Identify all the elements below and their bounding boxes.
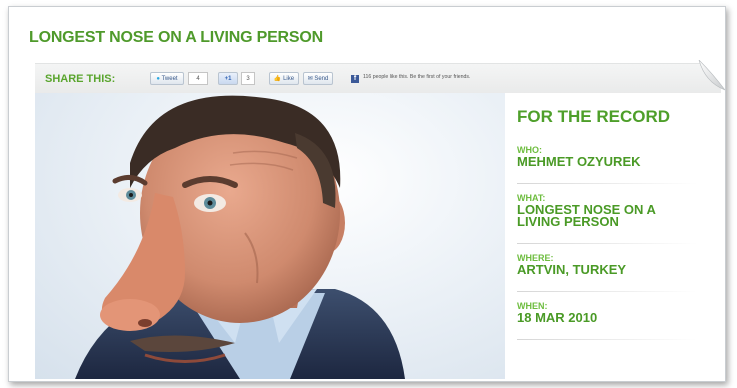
record-panel: FOR THE RECORD WHO: MEHMET OZYUREK WHAT:… <box>505 93 721 379</box>
record-who: WHO: MEHMET OZYUREK <box>517 145 709 168</box>
facebook-f-icon: f <box>351 75 359 83</box>
tweet-button[interactable]: ● Tweet <box>150 72 184 85</box>
google-plus-count: 3 <box>241 72 255 85</box>
send-icon: ✉ <box>307 76 313 82</box>
record-value: MEHMET OZYUREK <box>517 154 641 169</box>
tweet-count: 4 <box>188 72 208 85</box>
share-label: SHARE THIS: <box>45 73 116 85</box>
divider <box>517 243 697 244</box>
facebook-like-count-text: 116 people like this. Be the first of yo… <box>363 74 471 80</box>
divider <box>517 339 697 340</box>
record-value: 18 MAR 2010 <box>517 310 598 325</box>
record-where: WHERE: ARTVIN, TURKEY <box>517 253 709 276</box>
record-what: WHAT: LONGEST NOSE ON A LIVING PERSON <box>517 193 709 228</box>
record-heading: FOR THE RECORD <box>517 107 670 126</box>
man-portrait-image <box>75 95 405 379</box>
google-plus-button[interactable]: +1 <box>218 72 238 85</box>
tweet-label: Tweet <box>161 76 178 82</box>
record-value: LONGEST NOSE ON A LIVING PERSON <box>517 202 656 229</box>
record-when: WHEN: 18 MAR 2010 <box>517 301 709 324</box>
facebook-send-button[interactable]: ✉ Send <box>303 72 333 85</box>
divider <box>517 183 697 184</box>
twitter-bird-icon: ● <box>156 76 161 82</box>
send-label: Send <box>314 76 329 82</box>
page-title: LONGEST NOSE ON A LIVING PERSON <box>29 29 323 46</box>
facebook-like-button[interactable]: 👍 Like <box>269 72 299 85</box>
share-bar: SHARE THIS: ● Tweet 4 +1 3 👍 Like ✉ Send… <box>35 60 725 94</box>
article-frame: LONGEST NOSE ON A LIVING PERSON SHARE TH… <box>8 6 726 382</box>
record-value: ARTVIN, TURKEY <box>517 262 627 277</box>
divider <box>517 291 697 292</box>
like-label: Like <box>283 76 295 82</box>
thumbs-up-icon: 👍 <box>273 76 282 82</box>
portrait-photo <box>35 93 505 379</box>
